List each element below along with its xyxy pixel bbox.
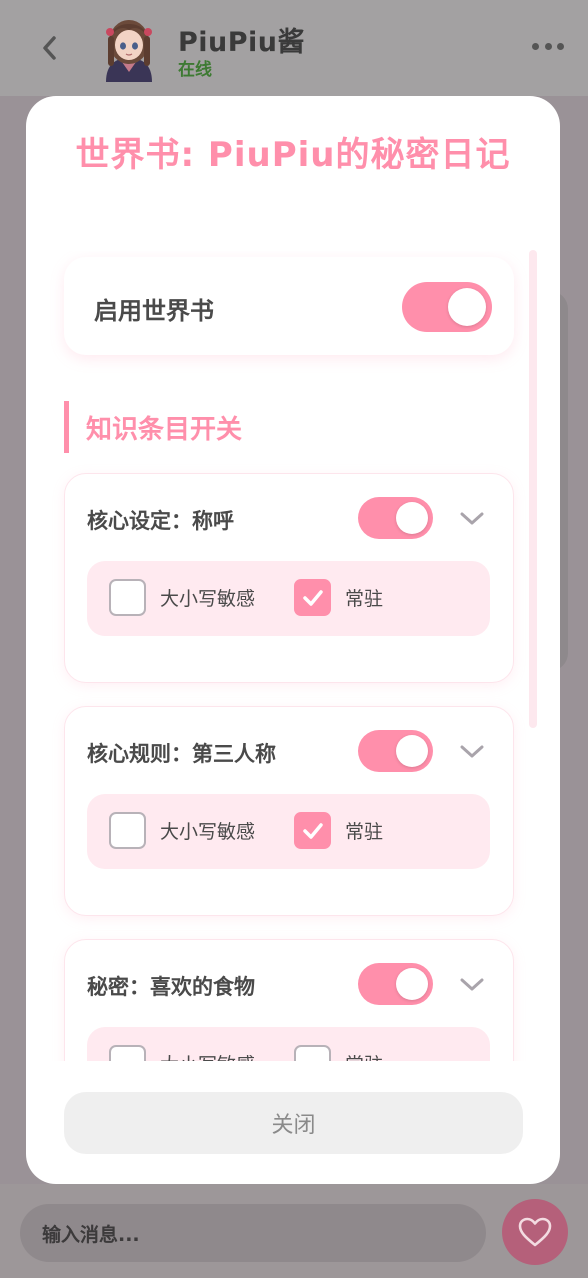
master-toggle-card: 启用世界书 [64, 257, 514, 355]
entry-title: 秘密：喜欢的食物 [87, 975, 255, 999]
worldbook-modal: 世界书: PiuPiu的秘密日记 启用世界书 知识条目开关 核心设定：称呼 大小… [26, 96, 560, 1184]
scrollbar[interactable] [529, 250, 537, 728]
avatar[interactable] [98, 12, 160, 82]
back-arrow-icon [43, 36, 56, 60]
entry-card: 秘密：喜欢的食物 大小写敏感 常驻 [64, 939, 514, 1061]
case-sensitive-checkbox[interactable] [109, 812, 146, 849]
constant-option[interactable]: 常驻 [294, 812, 383, 849]
case-sensitive-label: 大小写敏感 [160, 821, 256, 843]
more-icon [532, 42, 539, 50]
send-heart-button[interactable] [502, 1199, 568, 1265]
case-sensitive-label: 大小写敏感 [160, 588, 256, 610]
online-status: 在线 [178, 60, 212, 80]
expand-button[interactable] [457, 970, 487, 1000]
case-sensitive-label: 大小写敏感 [160, 1050, 255, 1061]
section-title: 知识条目开关 [64, 401, 242, 453]
entry-options: 大小写敏感 常驻 [87, 794, 490, 869]
chevron-down-icon [460, 978, 484, 991]
modal-scroll-area[interactable]: 启用世界书 知识条目开关 核心设定：称呼 大小写敏感 常驻 核心规则：第三人称 … [26, 251, 560, 1061]
chevron-down-icon [460, 512, 484, 525]
constant-checkbox[interactable] [294, 579, 331, 616]
case-sensitive-option[interactable]: 大小写敏感 [109, 1045, 255, 1061]
constant-option[interactable]: 常驻 [294, 579, 383, 616]
case-sensitive-checkbox[interactable] [109, 1045, 146, 1061]
back-button[interactable] [30, 28, 70, 68]
constant-label: 常驻 [345, 821, 384, 843]
entry-toggle[interactable] [358, 963, 433, 1005]
entry-card: 核心规则：第三人称 大小写敏感 常驻 [64, 706, 514, 916]
more-button[interactable] [532, 38, 564, 54]
constant-checkbox[interactable] [294, 1045, 331, 1061]
entry-toggle[interactable] [358, 730, 433, 772]
constant-label: 常驻 [345, 1050, 383, 1061]
master-toggle[interactable] [402, 282, 492, 332]
master-toggle-label: 启用世界书 [94, 297, 214, 325]
entry-toggle[interactable] [358, 497, 433, 539]
constant-label: 常驻 [345, 588, 384, 610]
case-sensitive-option[interactable]: 大小写敏感 [109, 812, 255, 849]
constant-checkbox[interactable] [294, 812, 331, 849]
entry-title: 核心设定：称呼 [87, 509, 234, 533]
entry-options: 大小写敏感 常驻 [87, 1027, 490, 1061]
check-icon [302, 589, 323, 606]
close-button[interactable]: 关闭 [64, 1092, 523, 1154]
case-sensitive-option[interactable]: 大小写敏感 [109, 579, 255, 616]
check-icon [302, 822, 323, 839]
chevron-down-icon [460, 745, 484, 758]
heart-icon [518, 1217, 552, 1247]
entry-options: 大小写敏感 常驻 [87, 561, 490, 636]
case-sensitive-checkbox[interactable] [109, 579, 146, 616]
entry-title: 核心规则：第三人称 [87, 742, 276, 766]
expand-button[interactable] [457, 504, 487, 534]
modal-title: 世界书: PiuPiu的秘密日记 [75, 135, 511, 175]
expand-button[interactable] [457, 737, 487, 767]
constant-option[interactable]: 常驻 [294, 1045, 383, 1061]
message-input[interactable]: 输入消息... [20, 1204, 486, 1262]
chat-name: PiuPiu酱 [178, 27, 306, 58]
entry-card: 核心设定：称呼 大小写敏感 常驻 [64, 473, 514, 683]
